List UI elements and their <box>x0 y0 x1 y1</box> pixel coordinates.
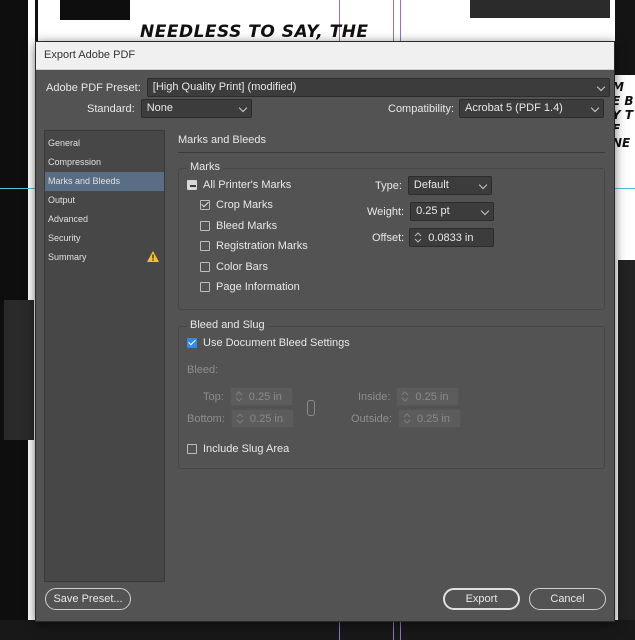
comic-side-text: M E B Y T F NE <box>612 80 634 150</box>
crop-marks-checkbox[interactable]: Crop Marks <box>200 199 273 211</box>
export-pdf-dialog: Export Adobe PDF Adobe PDF Preset: [High… <box>35 41 615 622</box>
stepper-arrows-icon <box>402 391 409 402</box>
sidebar-item-security[interactable]: Security <box>45 229 164 248</box>
use-document-bleed-label: Use Document Bleed Settings <box>203 337 350 349</box>
category-list: General Compression Marks and Bleeds Out… <box>44 130 165 582</box>
checkbox-mixed-icon <box>187 180 197 190</box>
standard-value: None <box>146 102 173 114</box>
registration-marks-checkbox[interactable]: Registration Marks <box>200 240 308 252</box>
offset-label: Offset: <box>372 231 405 244</box>
page-information-checkbox[interactable]: Page Information <box>200 281 300 293</box>
top-bleed-value: 0.25 in <box>248 390 282 403</box>
sidebar-item-label: Security <box>48 233 81 243</box>
checkbox-checked-icon <box>187 338 197 348</box>
inside-label: Inside: <box>358 390 391 403</box>
inside-bleed-value: 0.25 in <box>415 390 449 403</box>
weight-value: 0.25 pt <box>416 205 450 217</box>
offset-value: 0.0833 in <box>428 231 474 244</box>
sidebar-item-label: Compression <box>48 157 102 167</box>
checkbox-icon <box>200 241 210 251</box>
include-slug-checkbox[interactable]: Include Slug Area <box>187 443 289 455</box>
sidebar-item-label: General <box>48 138 81 148</box>
chain-link-icon[interactable] <box>307 400 315 416</box>
sidebar-item-marks-and-bleeds[interactable]: Marks and Bleeds <box>45 172 164 191</box>
registration-marks-label: Registration Marks <box>216 240 308 252</box>
bottom-label: Bottom: <box>187 412 225 425</box>
outside-bleed-value: 0.25 in <box>416 412 450 425</box>
standard-label: Standard: <box>87 102 135 115</box>
checkbox-icon <box>200 282 210 292</box>
sidebar-item-label: Summary <box>48 252 87 262</box>
sidebar-item-label: Advanced <box>48 214 89 224</box>
save-preset-button[interactable]: Save Preset... <box>45 588 131 610</box>
chevron-down-icon <box>480 206 490 216</box>
outside-label: Outside: <box>351 412 392 425</box>
sidebar-item-label: Output <box>48 195 76 205</box>
checkbox-checked-icon <box>200 200 210 210</box>
preset-dropdown[interactable]: [High Quality Print] (modified) <box>146 78 610 97</box>
sidebar-item-output[interactable]: Output <box>45 191 164 210</box>
panel-divider <box>178 152 605 153</box>
preset-label: Adobe PDF Preset: <box>46 81 141 94</box>
bottom-bleed-value: 0.25 in <box>249 412 283 425</box>
bleed-slug-group-title: Bleed and Slug <box>187 319 268 331</box>
chevron-down-icon <box>590 103 600 113</box>
panel-title: Marks and Bleeds <box>178 134 267 146</box>
sidebar-item-compression[interactable]: Compression <box>45 153 164 172</box>
all-printers-marks-label: All Printer's Marks <box>203 179 292 191</box>
bleed-marks-checkbox[interactable]: Bleed Marks <box>200 220 277 232</box>
include-slug-label: Include Slug Area <box>203 443 290 455</box>
compatibility-label: Compatibility: <box>388 102 455 115</box>
compatibility-value: Acrobat 5 (PDF 1.4) <box>465 102 563 114</box>
stepper-arrows-icon <box>235 391 243 402</box>
stepper-arrows-icon <box>403 413 411 424</box>
checkbox-icon <box>187 444 197 454</box>
comic-caption: NEEDLESS TO SAY, THE <box>140 22 369 42</box>
export-button[interactable]: Export <box>443 588 520 610</box>
preset-value: [High Quality Print] (modified) <box>152 81 297 93</box>
outside-bleed-stepper[interactable]: 0.25 in <box>397 409 461 428</box>
page-information-label: Page Information <box>216 281 300 293</box>
sidebar-item-label: Marks and Bleeds <box>48 176 121 186</box>
type-label: Type: <box>375 179 402 192</box>
stepper-arrows-icon <box>414 232 422 243</box>
sidebar-item-general[interactable]: General <box>45 134 164 153</box>
sidebar-item-summary[interactable]: Summary <box>45 248 164 267</box>
color-bars-checkbox[interactable]: Color Bars <box>200 261 268 273</box>
dialog-title: Export Adobe PDF <box>36 42 614 70</box>
sidebar-item-advanced[interactable]: Advanced <box>45 210 164 229</box>
bottom-bleed-stepper[interactable]: 0.25 in <box>230 409 294 428</box>
standard-dropdown[interactable]: None <box>140 99 252 118</box>
top-bleed-stepper[interactable]: 0.25 in <box>229 387 293 406</box>
crop-marks-label: Crop Marks <box>216 199 273 211</box>
cancel-button[interactable]: Cancel <box>529 588 606 610</box>
type-value: Default <box>413 179 449 191</box>
use-document-bleed-checkbox[interactable]: Use Document Bleed Settings <box>187 337 350 349</box>
checkbox-icon <box>200 221 210 231</box>
offset-stepper[interactable]: 0.0833 in <box>409 228 495 247</box>
compatibility-dropdown[interactable]: Acrobat 5 (PDF 1.4) <box>459 99 605 118</box>
stepper-arrows-icon <box>236 413 244 424</box>
checkbox-icon <box>200 262 210 272</box>
chevron-down-icon <box>238 103 247 113</box>
inside-bleed-stepper[interactable]: 0.25 in <box>396 387 460 406</box>
chevron-down-icon <box>478 180 488 190</box>
bleed-marks-label: Bleed Marks <box>216 220 278 232</box>
weight-dropdown[interactable]: 0.25 pt <box>410 202 495 221</box>
weight-label: Weight: <box>367 205 405 218</box>
warning-icon <box>147 251 159 262</box>
top-label: Top: <box>203 390 224 403</box>
all-printers-marks-checkbox[interactable]: All Printer's Marks <box>187 179 291 191</box>
chevron-down-icon <box>596 82 606 92</box>
bleed-label: Bleed: <box>187 364 219 376</box>
marks-group-title: Marks <box>187 161 223 173</box>
color-bars-label: Color Bars <box>216 261 268 273</box>
type-dropdown[interactable]: Default <box>407 176 492 195</box>
